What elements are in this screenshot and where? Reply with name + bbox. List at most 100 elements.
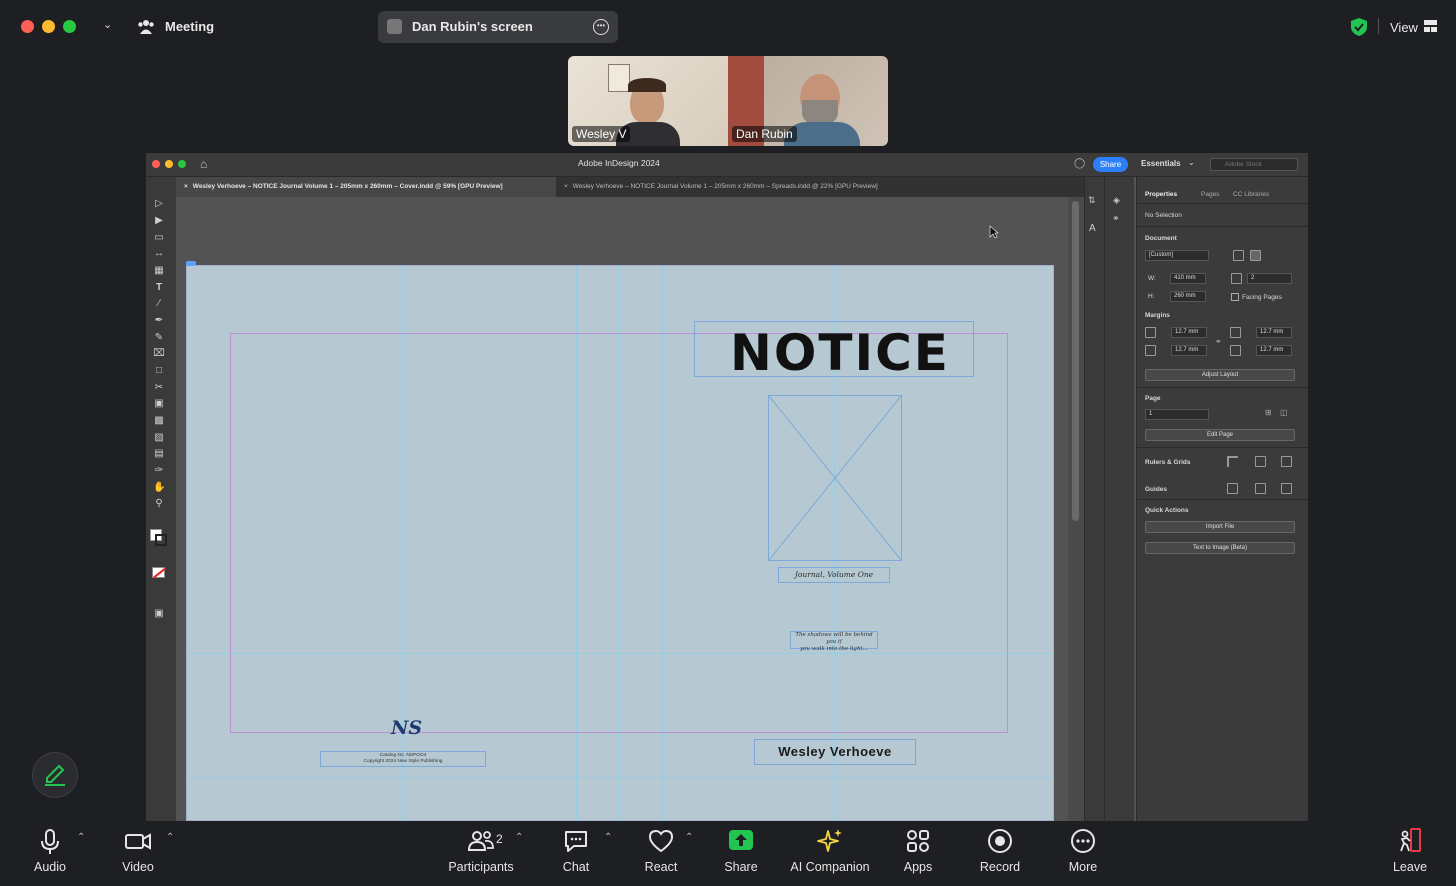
participant-video-tile[interactable]: Wesley V	[568, 56, 728, 146]
document-canvas[interactable]: NOTICE Journal, Volume One The shadows w…	[176, 197, 1084, 821]
tab-cover[interactable]: × Wesley Verhoeve – NOTICE Journal Volume…	[176, 177, 556, 197]
content-collector-icon[interactable]: ▦	[153, 266, 165, 276]
hand-tool-icon[interactable]: ✋	[153, 483, 165, 493]
gap-tool-icon[interactable]: ↔	[153, 249, 165, 259]
smart-guides-icon[interactable]	[1281, 483, 1292, 494]
minimize-window-button[interactable]	[165, 160, 173, 168]
view-button[interactable]: View	[1390, 20, 1418, 35]
tab-properties[interactable]: Properties	[1145, 191, 1177, 198]
security-shield-icon[interactable]	[1350, 17, 1368, 37]
more-options-icon[interactable]: •••	[593, 19, 609, 35]
page-tool-icon[interactable]: ▭	[153, 233, 165, 243]
close-icon[interactable]: ×	[184, 183, 188, 190]
record-button[interactable]: Record	[974, 826, 1026, 880]
tab-cc-libraries[interactable]: CC Libraries	[1233, 191, 1269, 198]
share-button[interactable]: Share	[1093, 157, 1128, 172]
meeting-label[interactable]: Meeting	[165, 19, 214, 34]
participant-video-tile[interactable]: Dan Rubin	[728, 56, 888, 146]
adjust-layout-button[interactable]: Adjust Layout	[1145, 369, 1295, 381]
video-options-chevron-icon[interactable]: ⌃	[166, 832, 174, 843]
image-placeholder-frame[interactable]	[768, 395, 902, 561]
close-icon[interactable]: ×	[564, 183, 568, 190]
document-preset-select[interactable]: [Custom]	[1145, 250, 1209, 261]
chat-options-chevron-icon[interactable]: ⌃	[604, 832, 612, 843]
close-window-button[interactable]	[152, 160, 160, 168]
cover-spread[interactable]: NOTICE Journal, Volume One The shadows w…	[186, 265, 1054, 821]
scrollbar-thumb[interactable]	[1072, 201, 1079, 521]
vertical-scrollbar[interactable]	[1068, 197, 1084, 821]
note-tool-icon[interactable]: ▤	[153, 449, 165, 459]
workspace-switcher[interactable]: Essentials	[1141, 159, 1181, 168]
pencil-tool-icon[interactable]: ✎	[153, 333, 165, 343]
pen-tool-icon[interactable]: ✒	[153, 316, 165, 326]
page-selection-handle[interactable]	[186, 261, 196, 266]
chat-button[interactable]: Chat	[552, 826, 600, 880]
show-guides-icon[interactable]	[1227, 483, 1238, 494]
rulers-icon[interactable]	[1227, 456, 1238, 467]
add-page-icon[interactable]: ⊞	[1265, 408, 1272, 417]
stroke-swatch-icon[interactable]	[155, 534, 167, 546]
participants-options-chevron-icon[interactable]: ⌃	[515, 832, 523, 843]
lightbulb-icon[interactable]: ◯	[1074, 158, 1085, 169]
gradient-feather-tool-icon[interactable]: ▨	[153, 433, 165, 443]
margin-top-field[interactable]: 12.7 mm	[1171, 327, 1207, 338]
rectangle-tool-icon[interactable]: □	[153, 366, 165, 376]
direct-selection-tool-icon[interactable]: ▶	[153, 216, 165, 226]
chevron-down-icon[interactable]: ⌄	[103, 18, 112, 31]
close-window-button[interactable]	[21, 20, 34, 33]
baseline-grid-icon[interactable]	[1255, 456, 1266, 467]
share-screen-button[interactable]: Share	[716, 826, 766, 880]
annotate-button[interactable]	[32, 752, 78, 798]
number-of-pages-field[interactable]: 2	[1247, 273, 1292, 284]
react-options-chevron-icon[interactable]: ⌃	[685, 832, 693, 843]
portrait-orientation-icon[interactable]	[1233, 250, 1244, 261]
type-tool-icon[interactable]: T	[153, 283, 165, 293]
landscape-orientation-icon[interactable]	[1250, 250, 1261, 261]
trash-icon[interactable]: ◫	[1280, 408, 1288, 417]
zoom-tool-icon[interactable]: ⚲	[153, 499, 165, 509]
selection-tool-icon[interactable]: ▷	[153, 199, 165, 209]
catalog-text-frame[interactable]: Catalog No. NSPOO4 Copyright 2024 New St…	[320, 751, 486, 767]
audio-options-chevron-icon[interactable]: ⌃	[77, 832, 85, 843]
width-field[interactable]: 410 mm	[1170, 273, 1206, 284]
screen-share-indicator[interactable]: Dan Rubin's screen •••	[378, 11, 618, 43]
participants-button[interactable]: Participants	[440, 826, 522, 880]
video-button[interactable]: Video	[112, 826, 164, 880]
text-to-image-button[interactable]: Text to Image (Beta)	[1145, 542, 1295, 554]
minimize-window-button[interactable]	[42, 20, 55, 33]
eyedropper-tool-icon[interactable]: ✑	[153, 466, 165, 476]
layers-icon[interactable]: ◈	[1113, 195, 1120, 206]
height-field[interactable]: 260 mm	[1170, 291, 1206, 302]
tab-pages[interactable]: Pages	[1201, 191, 1219, 198]
link-margins-icon[interactable]: ⚭	[1215, 337, 1222, 346]
author-name[interactable]: Wesley Verhoeve	[754, 739, 916, 765]
ai-companion-button[interactable]: AI Companion	[786, 826, 874, 880]
margin-bottom-field[interactable]: 12.7 mm	[1171, 345, 1207, 356]
react-button[interactable]: React	[636, 826, 686, 880]
subtitle-text[interactable]: Journal, Volume One	[778, 567, 890, 583]
audio-button[interactable]: Audio	[24, 826, 76, 880]
cc-libraries-icon[interactable]: ⇅	[1088, 195, 1096, 206]
character-icon[interactable]: A	[1089, 223, 1096, 234]
screen-mode-icon[interactable]: ▣	[153, 609, 165, 619]
maximize-window-button[interactable]	[178, 160, 186, 168]
apply-none-icon[interactable]	[152, 567, 166, 578]
lock-guides-icon[interactable]	[1255, 483, 1266, 494]
facing-pages-checkbox[interactable]	[1231, 293, 1239, 301]
page-select[interactable]: 1	[1145, 409, 1209, 420]
leave-button[interactable]: Leave	[1386, 826, 1434, 880]
scissors-tool-icon[interactable]: ✂	[153, 383, 165, 393]
maximize-window-button[interactable]	[63, 20, 76, 33]
margin-left-field[interactable]: 12.7 mm	[1256, 327, 1292, 338]
import-file-button[interactable]: Import File	[1145, 521, 1295, 533]
margin-right-field[interactable]: 12.7 mm	[1256, 345, 1292, 356]
quote-frame[interactable]: The shadows will be behind you if you wa…	[790, 631, 878, 652]
gallery-view-icon[interactable]	[1424, 20, 1437, 32]
more-button[interactable]: More	[1058, 826, 1108, 880]
free-transform-tool-icon[interactable]: ▣	[153, 399, 165, 409]
rectangle-frame-tool-icon[interactable]: ⌧	[153, 349, 165, 359]
adobe-stock-search[interactable]: Adobe Stock	[1210, 158, 1298, 171]
shared-screen[interactable]: ⌂ Adobe InDesign 2024 ◯ Share Essentials…	[146, 153, 1308, 821]
gradient-tool-icon[interactable]: ▩	[153, 416, 165, 426]
document-grid-icon[interactable]	[1281, 456, 1292, 467]
